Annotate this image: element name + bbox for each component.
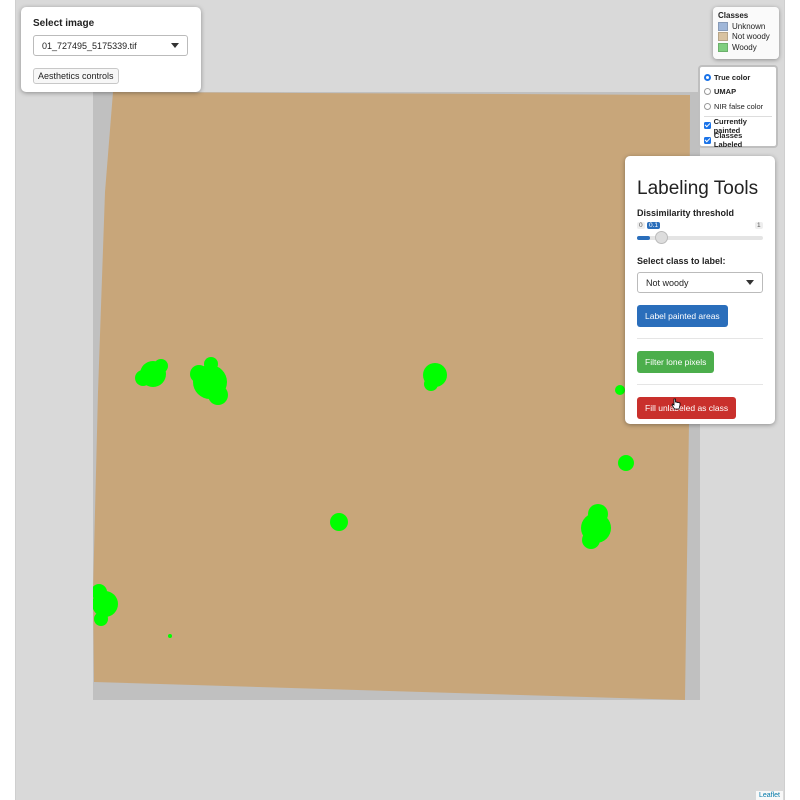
legend-swatch — [718, 21, 728, 31]
chevron-down-icon — [171, 43, 179, 48]
slider-max-label: 1 — [755, 222, 763, 229]
legend-swatch — [718, 42, 728, 52]
slider-value-label: 0.1 — [647, 222, 661, 229]
woody-patch — [330, 513, 348, 531]
legend-title: Classes — [718, 11, 749, 20]
legend-label: Not woody — [732, 32, 770, 42]
legend-item-unknown: Unknown — [718, 21, 774, 32]
filter-lone-pixels-button[interactable]: Filter lone pixels — [637, 351, 715, 373]
select-image-panel: Select image 01_727495_5175339.tif Aesth… — [21, 7, 201, 92]
labeled-area — [93, 92, 690, 700]
label-painted-areas-button[interactable]: Label painted areas — [637, 305, 728, 327]
legend-item-woody: Woody — [718, 42, 774, 53]
overlay-classes-labeled[interactable]: Classes Labeled — [704, 131, 772, 150]
legend-label: Unknown — [732, 21, 766, 31]
divider — [637, 384, 763, 385]
slider-handle[interactable] — [654, 231, 668, 244]
legend-swatch — [718, 32, 728, 42]
tools-title: Labeling Tools — [637, 178, 759, 199]
legend-item-not-woody: Not woody — [718, 32, 774, 43]
image-select[interactable]: 01_727495_5175339.tif — [33, 35, 188, 56]
threshold-label: Dissimilarity threshold — [637, 208, 735, 218]
select-image-label: Select image — [33, 18, 95, 29]
class-select-label: Select class to label: — [637, 256, 726, 266]
radio-selected-icon[interactable] — [704, 73, 711, 81]
fill-unlabeled-button[interactable]: Fill unlabeled as class — [637, 397, 737, 419]
layer-label: True color — [714, 72, 751, 82]
leaflet-attribution-link[interactable]: Leaflet — [755, 791, 783, 800]
radio-icon[interactable] — [704, 102, 711, 110]
overlay-label: Classes Labeled — [713, 131, 743, 150]
chevron-down-icon — [746, 280, 754, 285]
divider — [637, 338, 763, 339]
layer-control: True color UMAP NIR false color Currentl… — [698, 65, 778, 150]
legend-label: Woody — [732, 42, 757, 52]
image-select-value: 01_727495_5175339.tif — [42, 40, 137, 51]
aesthetics-controls-button[interactable]: Aesthetics controls — [33, 68, 119, 84]
raster-image[interactable] — [93, 92, 700, 700]
layer-option-true-color[interactable]: True color — [704, 70, 772, 85]
raster-svg — [93, 92, 690, 700]
woody-patch — [168, 634, 172, 638]
hand-cursor-icon — [671, 398, 681, 410]
layer-label: NIR false color — [714, 101, 764, 111]
class-select[interactable]: Not woody — [637, 272, 763, 293]
layer-option-nir[interactable]: NIR false color — [704, 99, 772, 114]
checkbox-checked-icon[interactable] — [704, 122, 711, 130]
labeling-tools-panel: Labeling Tools Dissimilarity threshold 0… — [625, 156, 775, 424]
checkbox-checked-icon[interactable] — [704, 136, 711, 144]
slider-min-label: 0 — [637, 222, 645, 229]
woody-patch — [615, 385, 625, 395]
radio-icon[interactable] — [704, 88, 711, 96]
layer-label: UMAP — [714, 87, 737, 97]
slider-fill — [637, 236, 650, 240]
classes-legend: Classes Unknown Not woody Woody — [713, 7, 779, 59]
threshold-slider[interactable]: 0 0.1 1 — [637, 222, 763, 244]
class-select-value: Not woody — [646, 277, 689, 288]
layer-option-umap[interactable]: UMAP — [704, 85, 772, 100]
woody-patch — [618, 455, 634, 471]
